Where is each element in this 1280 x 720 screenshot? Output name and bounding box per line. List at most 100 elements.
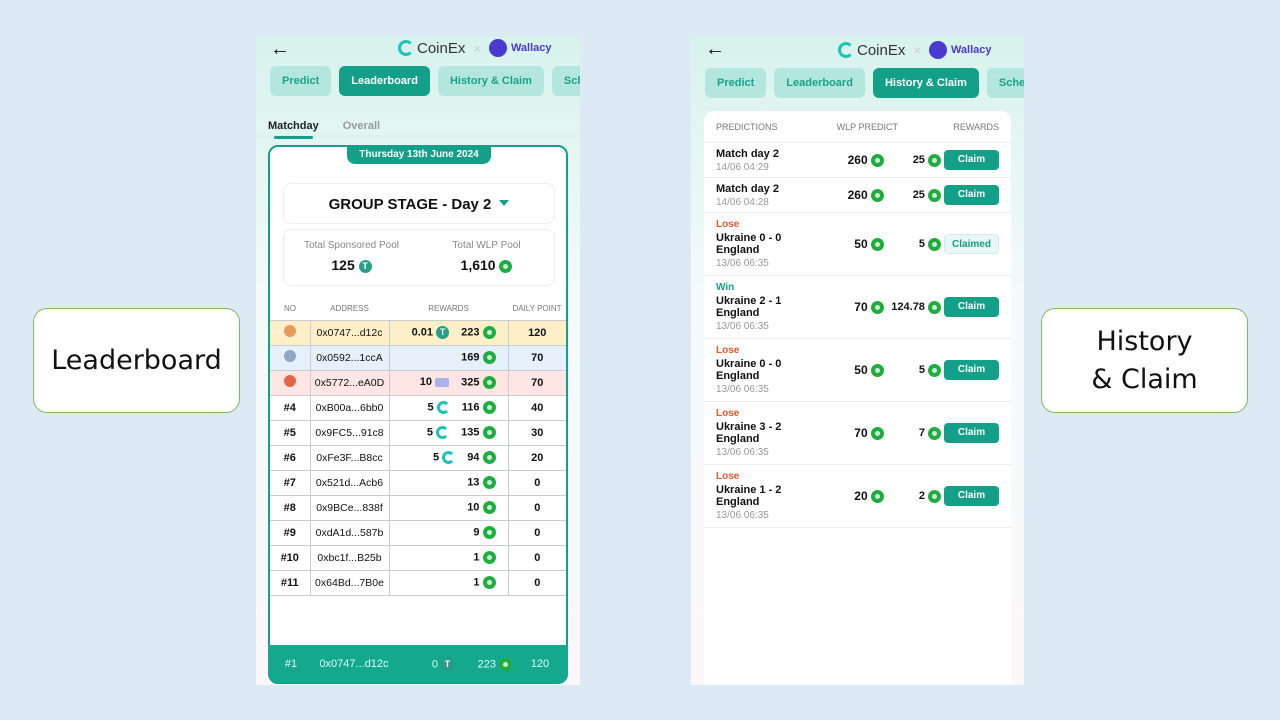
silver-medal-icon [283, 350, 296, 362]
wlp-coin-icon [928, 363, 941, 377]
subtab-overall[interactable]: Overall [343, 120, 380, 135]
col-wlp-predict: WLP PREDICT [836, 121, 898, 132]
address: 0xFe3F...B8cc [309, 444, 390, 471]
match-title: Match day 2 [716, 147, 779, 160]
result-label: Lose [716, 345, 740, 356]
wlp-coin-icon [928, 426, 941, 440]
tab-leaderboard[interactable]: Leaderboard [774, 68, 865, 98]
rank: #11 [280, 576, 299, 589]
tab-schedule[interactable]: Schedule [551, 66, 580, 96]
timestamp: 13/06 06:35 [716, 321, 769, 332]
coinex-logo: CoinEx [838, 42, 905, 59]
separator: × [473, 40, 481, 56]
col-daily-point: DAILY POINT [512, 304, 562, 314]
address: 0x521d...Acb6 [309, 469, 390, 496]
caret-down-icon [499, 200, 510, 211]
table-row[interactable]: #7 0x521d...Acb6 13 0 [270, 469, 566, 496]
claim-button[interactable]: Claim [944, 150, 999, 170]
footer-rank: #1 [284, 658, 298, 670]
table-row[interactable]: #11 0x64Bd...7B0e 1 0 [270, 569, 566, 596]
tab-predict[interactable]: Predict [270, 66, 332, 96]
table-row[interactable]: #5 0x9FC5...91c8 5 135 30 [270, 419, 566, 446]
table-row[interactable]: 0x0747...d12c 0.01 T 223 120 [270, 319, 566, 346]
wlp-reward: 223 [461, 326, 480, 339]
wlp-reward: 94 [467, 451, 480, 464]
wlp-coin-icon [871, 364, 884, 378]
claim-button[interactable]: Claim [944, 360, 999, 380]
tab-history-claim[interactable]: History & Claim [872, 68, 979, 98]
wlp-pool-value: 1,610 [460, 257, 496, 273]
leaderboard-caption: Leaderboard [33, 308, 240, 413]
reward-amount: 2 [918, 489, 925, 502]
wlp-coin-icon [482, 351, 496, 364]
col-predictions: PREDICTIONS [716, 121, 778, 132]
back-arrow-icon[interactable]: ← [270, 38, 290, 61]
reward-amount: 25 [912, 188, 925, 201]
claim-button[interactable]: Claim [944, 423, 999, 443]
table-row[interactable]: 0x5772...eA0D 10 325 70 [270, 369, 566, 396]
tether-icon: T [358, 259, 372, 273]
coinex-coin-icon [436, 426, 450, 439]
footer-reward: 223 [477, 657, 496, 670]
wlp-reward: 1 [473, 576, 480, 589]
sponsor-reward: 10 [419, 376, 433, 389]
reward-amount: 7 [918, 426, 925, 439]
wlp-predict: 20 [854, 488, 868, 503]
ticket-icon [435, 378, 450, 387]
coinex-coin-icon [442, 451, 456, 464]
wlp-predict: 260 [847, 187, 868, 202]
reward-amount: 5 [918, 237, 925, 250]
table-row[interactable]: #10 0xbc1f...B25b 1 0 [270, 544, 566, 571]
daily-point: 120 [507, 319, 566, 346]
history-screen: ← CoinEx × Wallacy Predict Leaderboard H… [691, 36, 1024, 685]
history-row: Lose Ukraine 0 - 0 England 13/06 06:35 5… [704, 339, 1011, 402]
address: 0x9FC5...91c8 [309, 419, 390, 446]
daily-point: 70 [507, 344, 566, 371]
rank: #7 [283, 476, 296, 489]
separator: × [913, 42, 921, 58]
wlp-coin-icon [482, 326, 496, 339]
daily-point: 30 [507, 419, 566, 446]
claim-button[interactable]: Claim [944, 185, 999, 205]
sponsored-pool-label: Total Sponsored Pool [303, 240, 400, 251]
history-row: Lose Ukraine 1 - 2 England 13/06 06:35 2… [704, 465, 1011, 528]
table-row[interactable]: #8 0x9BCe...838f 10 0 [270, 494, 566, 521]
tab-history-claim[interactable]: History & Claim [437, 66, 544, 96]
match-title: Ukraine 3 - 2 England [716, 421, 782, 445]
table-row[interactable]: #6 0xFe3F...B8cc 5 94 20 [270, 444, 566, 471]
daily-point: 0 [507, 494, 566, 521]
col-address: ADDRESS [330, 304, 369, 314]
daily-point: 70 [507, 369, 566, 396]
claim-button[interactable]: Claim [944, 297, 999, 317]
table-row[interactable]: 0x0592...1ccA 169 70 [270, 344, 566, 371]
rank: #5 [283, 426, 296, 439]
sponsored-pool-value: 125 [331, 257, 355, 273]
rank: #8 [283, 501, 296, 514]
rank: #10 [280, 551, 299, 564]
stage-dropdown[interactable]: GROUP STAGE - Day 2 [283, 183, 555, 224]
claim-button[interactable]: Claim [944, 486, 999, 506]
tab-predict[interactable]: Predict [705, 68, 767, 98]
daily-point: 20 [507, 444, 566, 471]
history-row: Win Ukraine 2 - 1 England 13/06 06:35 70… [704, 276, 1011, 339]
wlp-coin-icon [482, 526, 496, 539]
address: 0x64Bd...7B0e [309, 569, 390, 596]
reward-amount: 5 [918, 363, 925, 376]
wlp-coin-icon [482, 576, 496, 589]
history-card: PREDICTIONS WLP PREDICT REWARDS Match da… [704, 111, 1011, 685]
table-row[interactable]: #9 0xdA1d...587b 9 0 [270, 519, 566, 546]
wlp-coin-icon [482, 401, 496, 414]
back-arrow-icon[interactable]: ← [705, 38, 725, 61]
tab-leaderboard[interactable]: Leaderboard [339, 66, 430, 96]
result-label: Lose [716, 408, 740, 419]
subtab-matchday[interactable]: Matchday [268, 120, 319, 139]
table-row[interactable]: #4 0xB00a...6bb0 5 116 40 [270, 394, 566, 421]
sponsor-reward: 5 [433, 451, 440, 464]
address: 0xbc1f...B25b [309, 544, 390, 571]
address: 0xdA1d...587b [309, 519, 390, 546]
daily-point: 0 [507, 544, 566, 571]
wlp-coin-icon [871, 427, 884, 441]
wlp-reward: 169 [461, 351, 480, 364]
match-title: Match day 2 [716, 182, 779, 195]
tab-schedule[interactable]: Schedule [986, 68, 1024, 98]
